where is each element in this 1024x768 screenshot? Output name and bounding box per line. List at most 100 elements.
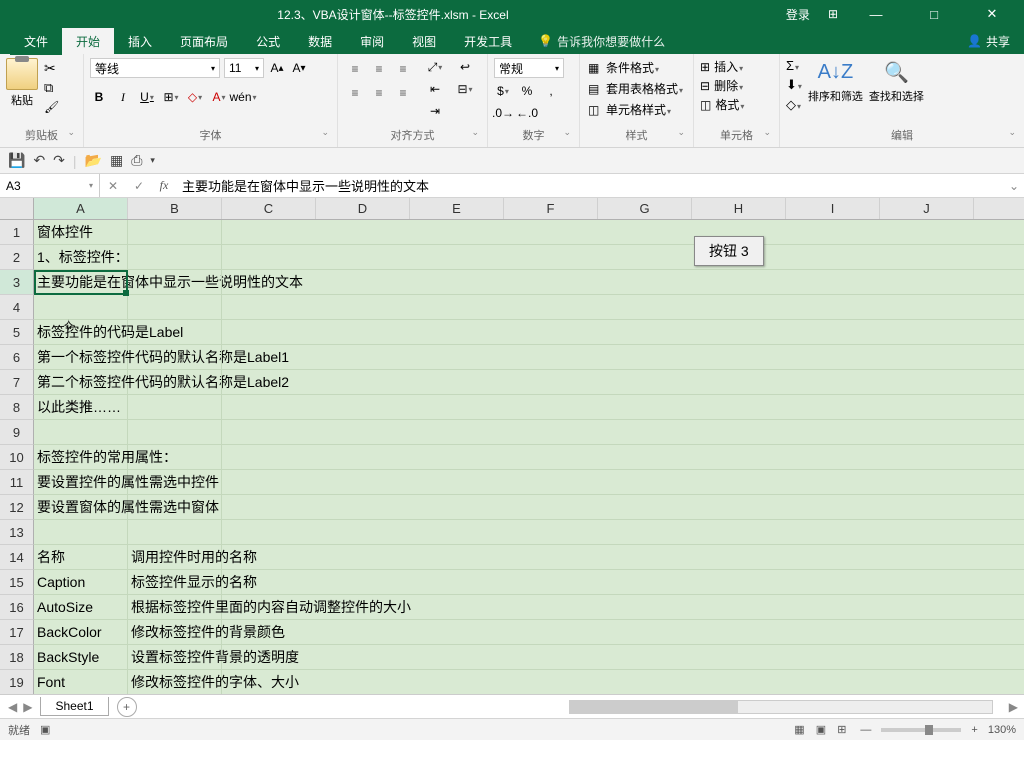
merge-button[interactable]: ⊟	[456, 80, 474, 98]
cell[interactable]	[128, 520, 222, 544]
row-header[interactable]: 2	[0, 245, 34, 270]
tab-formula[interactable]: 公式	[242, 28, 294, 55]
cell[interactable]	[34, 420, 128, 444]
qat-undo-icon[interactable]: ↶	[33, 152, 45, 169]
cell[interactable]	[128, 470, 222, 494]
decrease-font-icon[interactable]: A▾	[290, 59, 308, 77]
align-bottom-icon[interactable]: ≡	[392, 58, 414, 80]
cell[interactable]	[128, 345, 222, 369]
cell[interactable]: 标签控件的代码是Label	[34, 320, 128, 344]
cell[interactable]	[128, 320, 222, 344]
wrap-text-button[interactable]: ↩	[456, 58, 474, 76]
tell-me-search[interactable]: 💡 告诉我你想要做什么	[538, 33, 665, 50]
cell[interactable]	[128, 395, 222, 419]
row-header[interactable]: 8	[0, 395, 34, 420]
underline-button[interactable]: U	[138, 88, 156, 106]
col-header-J[interactable]: J	[880, 198, 974, 219]
cell[interactable]: 设置标签控件背景的透明度	[128, 645, 222, 669]
decrease-indent-icon[interactable]: ⇤	[426, 80, 444, 98]
zoom-out-icon[interactable]: —	[860, 724, 871, 736]
percent-format-icon[interactable]: %	[518, 82, 536, 100]
col-header-A[interactable]: A	[34, 198, 128, 219]
cell[interactable]: 名称	[34, 545, 128, 569]
name-box[interactable]: A3▾	[0, 174, 100, 197]
cancel-formula-icon[interactable]: ✕	[100, 179, 126, 193]
row-header[interactable]: 3	[0, 270, 34, 295]
tab-data[interactable]: 数据	[294, 28, 346, 55]
row-header[interactable]: 7	[0, 370, 34, 395]
share-button[interactable]: 👤 共享	[967, 33, 1010, 50]
copy-icon[interactable]	[44, 80, 60, 96]
horizontal-scrollbar[interactable]	[569, 700, 993, 714]
tab-home[interactable]: 开始	[62, 28, 114, 55]
fx-icon[interactable]: fx	[152, 178, 176, 193]
increase-font-icon[interactable]: A▴	[268, 59, 286, 77]
bold-button[interactable]: B	[90, 88, 108, 106]
tab-file[interactable]: 文件	[10, 28, 62, 55]
cell[interactable]: BackColor	[34, 620, 128, 644]
qat-new-icon[interactable]: ▦	[110, 152, 123, 169]
sheet-tab-1[interactable]: Sheet1	[40, 697, 108, 716]
find-select-button[interactable]: 🔍 查找和选择	[869, 58, 924, 104]
align-middle-icon[interactable]: ≡	[368, 58, 390, 80]
paste-icon[interactable]	[6, 58, 38, 90]
col-header-D[interactable]: D	[316, 198, 410, 219]
row-header[interactable]: 1	[0, 220, 34, 245]
tab-developer[interactable]: 开发工具	[450, 28, 526, 55]
qat-open-icon[interactable]: 📂	[85, 152, 102, 169]
sheet-nav-next-icon[interactable]: ▶	[23, 700, 32, 714]
fill-button[interactable]: ⬇	[786, 77, 802, 93]
row-header[interactable]: 19	[0, 670, 34, 694]
tab-layout[interactable]: 页面布局	[166, 28, 242, 55]
cell[interactable]: 主要功能是在窗体中显示一些说明性的文本	[34, 270, 128, 294]
row-header[interactable]: 15	[0, 570, 34, 595]
col-header-H[interactable]: H	[692, 198, 786, 219]
cell[interactable]	[128, 270, 222, 294]
font-name-combo[interactable]: 等线▾	[90, 58, 220, 78]
format-painter-icon[interactable]	[44, 100, 60, 116]
cell[interactable]: 第二个标签控件代码的默认名称是Label2	[34, 370, 128, 394]
cell[interactable]: 第一个标签控件代码的默认名称是Label1	[34, 345, 128, 369]
comma-format-icon[interactable]: ,	[542, 82, 560, 100]
cell[interactable]	[128, 220, 222, 244]
qat-customize-icon[interactable]: ▾	[150, 155, 155, 166]
insert-cells-button[interactable]: ⊞ 插入	[700, 58, 744, 75]
cell[interactable]: BackStyle	[34, 645, 128, 669]
cell[interactable]	[128, 295, 222, 319]
qat-save-icon[interactable]: 💾	[8, 152, 25, 169]
enter-formula-icon[interactable]: ✓	[126, 179, 152, 193]
cell[interactable]	[128, 445, 222, 469]
increase-indent-icon[interactable]: ⇥	[426, 102, 444, 120]
cell[interactable]	[128, 495, 222, 519]
clear-button[interactable]: ◇	[786, 97, 802, 113]
zoom-slider[interactable]	[881, 728, 961, 732]
zoom-in-icon[interactable]: +	[971, 724, 977, 736]
autosum-button[interactable]: Σ	[786, 58, 802, 73]
font-color-button[interactable]: A	[210, 88, 228, 106]
tab-insert[interactable]: 插入	[114, 28, 166, 55]
row-header[interactable]: 18	[0, 645, 34, 670]
cell[interactable]: Caption	[34, 570, 128, 594]
sort-filter-button[interactable]: A↓Z 排序和筛选	[808, 58, 863, 104]
row-header[interactable]: 4	[0, 295, 34, 320]
conditional-format-button[interactable]: ▦条件格式	[586, 58, 685, 77]
cell[interactable]: Font	[34, 670, 128, 694]
orientation-button[interactable]: ⤢	[426, 58, 444, 76]
minimize-button[interactable]: —	[856, 7, 896, 22]
align-top-icon[interactable]: ≡	[344, 58, 366, 80]
align-right-icon[interactable]: ≡	[392, 82, 414, 104]
cell[interactable]: 要设置窗体的属性需选中窗体	[34, 495, 128, 519]
col-header-F[interactable]: F	[504, 198, 598, 219]
cell[interactable]	[128, 245, 222, 269]
row-header[interactable]: 5	[0, 320, 34, 345]
close-button[interactable]: ✕	[972, 6, 1012, 22]
delete-cells-button[interactable]: ⊟ 删除	[700, 77, 744, 94]
format-as-table-button[interactable]: ▤套用表格格式	[586, 79, 685, 98]
qat-redo-icon[interactable]: ↷	[53, 152, 65, 169]
cell[interactable]: 1、标签控件：	[34, 245, 128, 269]
col-header-B[interactable]: B	[128, 198, 222, 219]
row-header[interactable]: 11	[0, 470, 34, 495]
cell[interactable]: 标签控件的常用属性：	[34, 445, 128, 469]
align-center-icon[interactable]: ≡	[368, 82, 390, 104]
font-size-combo[interactable]: 11▾	[224, 58, 264, 78]
